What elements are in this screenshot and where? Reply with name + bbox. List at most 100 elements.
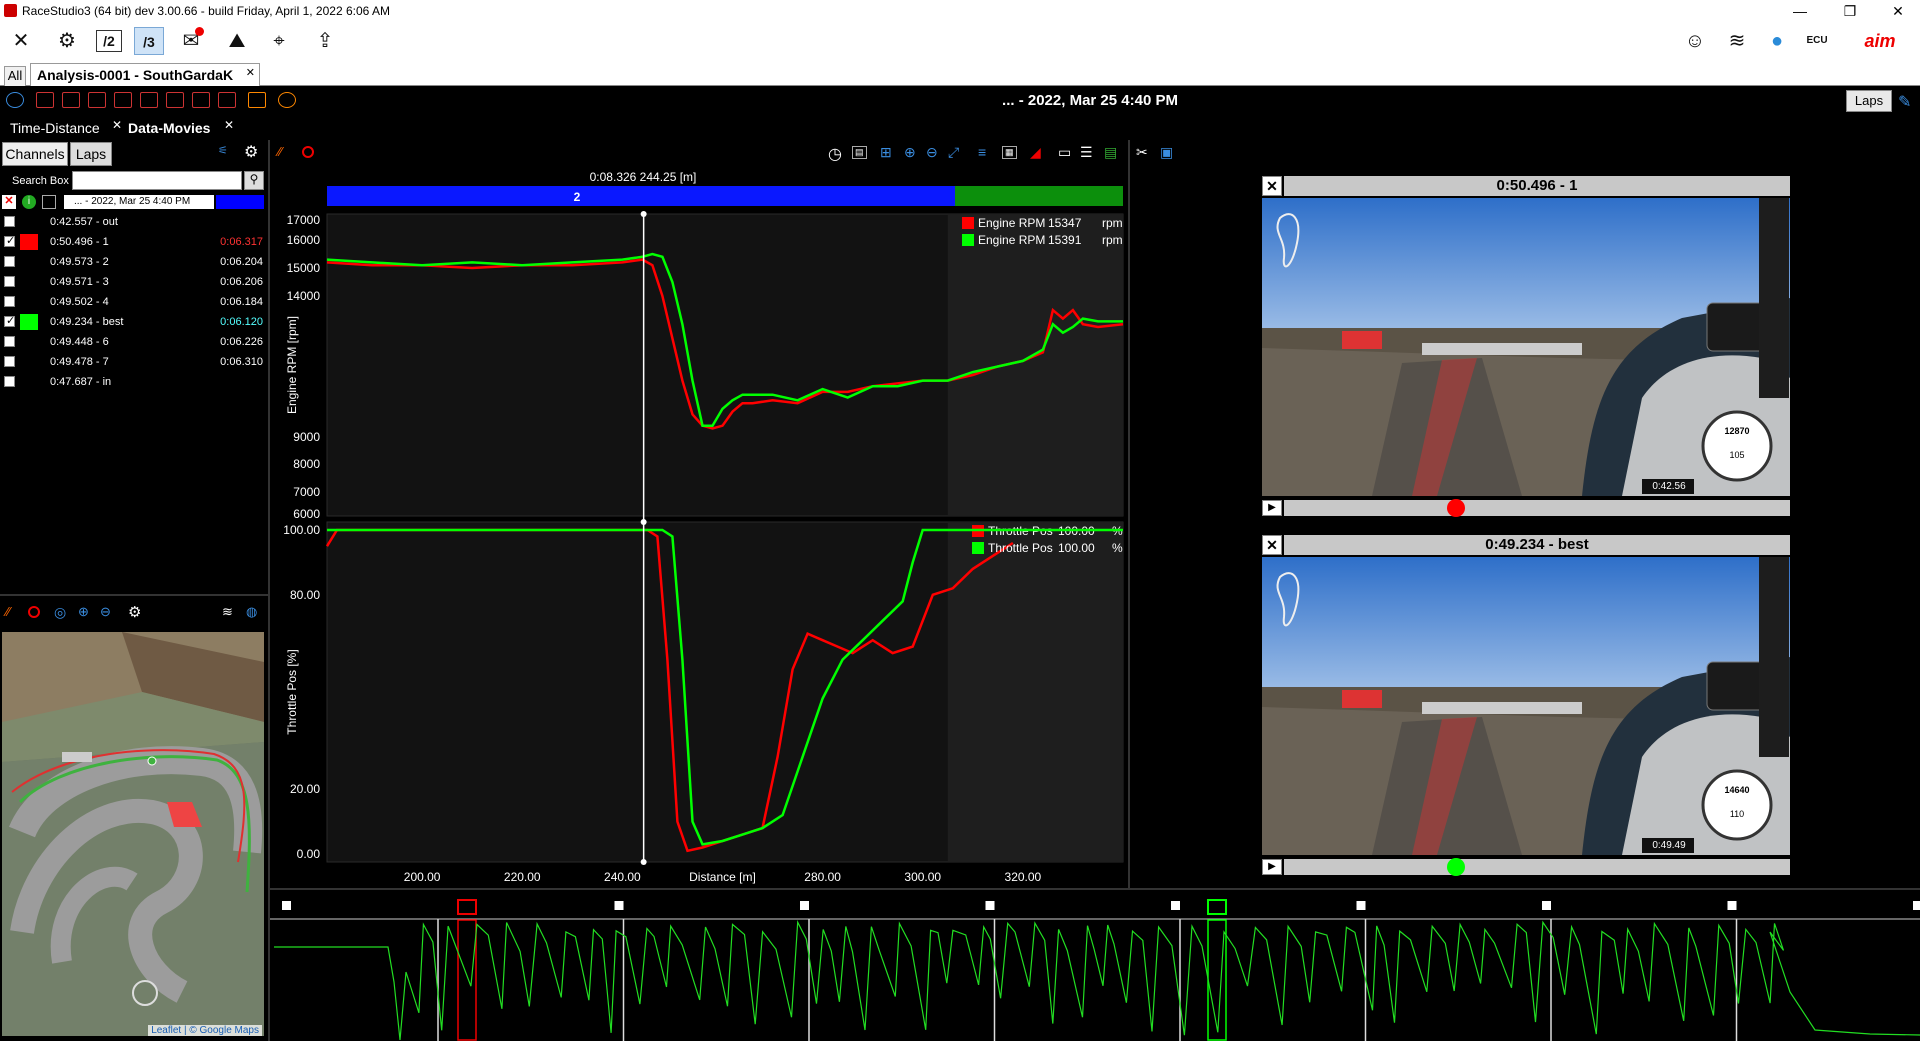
wrench-icon[interactable]: ✎ xyxy=(1898,92,1911,112)
wifi-icon[interactable]: ≋ xyxy=(1722,27,1752,55)
location-icon[interactable]: ⌖ xyxy=(264,27,294,55)
video-seek-knob[interactable] xyxy=(1447,499,1466,517)
globe-icon[interactable]: ● xyxy=(1762,27,1792,55)
layout-icon-4[interactable] xyxy=(114,92,132,108)
globe-icon[interactable]: ◍ xyxy=(246,604,257,620)
record-icon[interactable] xyxy=(28,606,40,618)
search-icon[interactable]: ⚲ xyxy=(244,171,264,190)
zoom-out-icon[interactable]: ⊖ xyxy=(926,144,938,161)
lap-checkbox[interactable] xyxy=(4,256,15,267)
lap-marker-checkbox[interactable] xyxy=(1356,901,1366,910)
notifications-icon[interactable]: ✉ xyxy=(176,27,206,55)
panel-separator[interactable] xyxy=(0,594,268,596)
layout-icon-9[interactable] xyxy=(248,92,266,108)
share-icon[interactable]: ⇪ xyxy=(310,27,340,55)
lap-row[interactable]: 0:49.478 - 7 0:06.310 xyxy=(0,352,267,372)
lap-row[interactable]: 0:49.448 - 6 0:06.226 xyxy=(0,332,267,352)
zoom-reset-icon[interactable]: ⤢ xyxy=(948,144,959,161)
channel-number-icon[interactable]: ▦ xyxy=(1002,146,1017,159)
panel-separator[interactable] xyxy=(1128,140,1130,888)
minimize-button[interactable]: — xyxy=(1780,1,1820,21)
lap-checkbox[interactable] xyxy=(4,296,15,307)
settings-gear-icon[interactable]: ⚙ xyxy=(52,27,82,55)
laps-header-button[interactable]: Laps xyxy=(1846,90,1892,112)
lap-row[interactable]: 0:49.234 - best 0:06.120 xyxy=(0,312,267,332)
settings-small-icon[interactable] xyxy=(6,92,24,108)
lap-color-swatch[interactable] xyxy=(20,314,38,330)
overview-strip[interactable] xyxy=(270,892,1920,1041)
onboard-video[interactable]: 12870 105 0:42.56 xyxy=(1262,198,1790,496)
scissors-icon[interactable]: ✂ xyxy=(1136,144,1148,161)
lap-marker-checkbox[interactable] xyxy=(1913,901,1920,910)
pen-icon[interactable]: ⁄⁄ xyxy=(278,144,282,159)
clock-icon[interactable]: ◷ xyxy=(828,144,842,164)
search-input[interactable] xyxy=(72,171,242,190)
lap-marker-checkbox[interactable] xyxy=(614,901,624,910)
stack-icon[interactable]: ≡ xyxy=(978,144,986,160)
settings-icon[interactable]: ⚙ xyxy=(244,142,258,162)
record-icon[interactable] xyxy=(302,146,314,158)
lap-row[interactable]: 0:49.571 - 3 0:06.206 xyxy=(0,272,267,292)
lap-checkbox[interactable] xyxy=(4,376,15,387)
info-icon[interactable]: i xyxy=(22,195,36,209)
close-video-button[interactable]: ✕ xyxy=(1262,176,1282,196)
layout-icon-5[interactable] xyxy=(140,92,158,108)
lap-checkbox[interactable] xyxy=(4,314,15,327)
ecu-icon[interactable]: ECU xyxy=(1802,27,1832,55)
lap-marker-checkbox[interactable] xyxy=(1727,901,1737,910)
tab-analysis[interactable]: Analysis-0001 - SouthGardaK ✕ xyxy=(30,63,260,86)
remove-session-icon[interactable]: ✕ xyxy=(2,195,16,209)
panel-separator[interactable] xyxy=(270,888,1920,890)
tools-icon[interactable]: ✕ xyxy=(6,27,36,55)
tab-close-icon[interactable]: ✕ xyxy=(246,66,255,79)
zoom-out-icon[interactable]: ⊖ xyxy=(100,604,111,620)
lap-marker-checkbox[interactable] xyxy=(985,901,995,910)
onboard-video[interactable]: 14640 110 0:49.49 xyxy=(1262,557,1790,855)
maximize-button[interactable]: ❐ xyxy=(1830,1,1870,21)
cursor-handle[interactable] xyxy=(640,211,647,217)
layout-icon-8[interactable] xyxy=(218,92,236,108)
lap-marker-checkbox[interactable] xyxy=(800,901,809,910)
video-seek-knob[interactable] xyxy=(1447,858,1466,876)
user-avatar-icon[interactable]: ☺ xyxy=(1680,27,1710,55)
pen-icon[interactable]: ⁄⁄ xyxy=(6,604,10,619)
video-seek-bar[interactable] xyxy=(1284,499,1790,517)
lap-color-swatch[interactable] xyxy=(20,234,38,250)
layout-multi-icon[interactable]: ▤ xyxy=(1104,144,1117,161)
cursor-handle[interactable] xyxy=(640,519,647,525)
map-attribution[interactable]: Leaflet | © Google Maps xyxy=(148,1025,262,1036)
lap-row[interactable]: 0:42.557 - out xyxy=(0,212,267,232)
close-video-button[interactable]: ✕ xyxy=(1262,535,1282,555)
settings-icon[interactable]: ⚙ xyxy=(128,603,141,621)
cursor-handle[interactable] xyxy=(640,859,647,865)
layout-icon-10[interactable] xyxy=(278,92,296,108)
close-window-button[interactable]: ✕ xyxy=(1878,1,1918,21)
lap-marker-checkbox[interactable] xyxy=(282,901,291,910)
zoom-in-icon[interactable]: ⊕ xyxy=(78,604,89,620)
tab-all[interactable]: All xyxy=(4,66,26,86)
lap-row[interactable]: 0:49.502 - 4 0:06.184 xyxy=(0,292,267,312)
play-button[interactable]: ▶ xyxy=(1262,859,1282,875)
lap-checkbox[interactable] xyxy=(4,336,15,347)
triangle-icon[interactable]: ◢ xyxy=(1030,144,1041,161)
lap-row[interactable]: 0:49.573 - 2 0:06.204 xyxy=(0,252,267,272)
tab-data-movies[interactable]: Data-Movies xyxy=(128,120,210,136)
lap-checkbox[interactable] xyxy=(4,356,15,367)
layout-icon-6[interactable] xyxy=(166,92,184,108)
camera-icon[interactable]: ▣ xyxy=(1160,144,1173,161)
lap-marker-checkbox[interactable] xyxy=(1542,901,1551,910)
selected-lap-marker[interactable] xyxy=(457,899,477,915)
lap-marker-checkbox[interactable] xyxy=(1171,901,1180,910)
target-icon[interactable]: ◎ xyxy=(54,604,66,621)
tab-time-distance[interactable]: Time-Distance xyxy=(10,120,100,136)
lap-checkbox[interactable] xyxy=(4,276,15,287)
channels-button[interactable]: Channels xyxy=(2,142,68,166)
layout-icon-2[interactable] xyxy=(62,92,80,108)
analysis-v3-icon[interactable]: /3 xyxy=(134,27,164,55)
tab-close-icon[interactable]: ✕ xyxy=(112,118,122,132)
video-seek-bar[interactable] xyxy=(1284,858,1790,876)
lap-checkbox[interactable] xyxy=(4,234,15,247)
chart-area[interactable]: 2 17000 16000 15000 14000 9000 8000 7000 6000 Eng… xyxy=(270,186,1126,886)
layout-single-icon[interactable]: ▭ xyxy=(1058,144,1071,161)
zoom-in-icon[interactable]: ⊕ xyxy=(904,144,916,161)
